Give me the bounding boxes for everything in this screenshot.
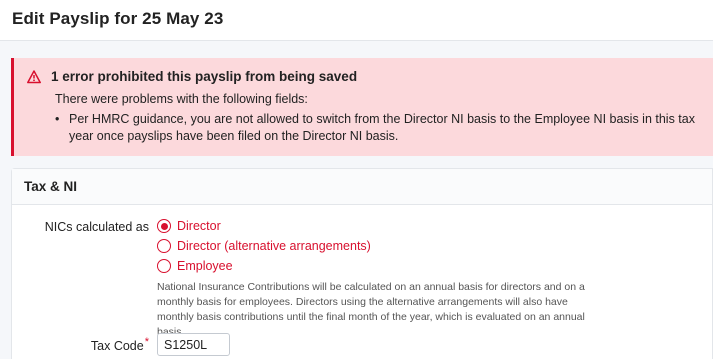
tax-code-input[interactable]	[157, 333, 230, 356]
radio-label-employee[interactable]: Employee	[177, 259, 233, 273]
radio-button-director[interactable]	[157, 219, 171, 233]
error-subtitle: There were problems with the following f…	[55, 92, 308, 106]
tax-code-label: Tax Code	[90, 339, 144, 353]
error-title: 1 error prohibited this payslip from bei…	[51, 69, 358, 84]
page: Edit Payslip for 25 May 23 1 error prohi…	[0, 0, 713, 359]
page-header: Edit Payslip for 25 May 23	[0, 0, 713, 41]
nics-label: NICs calculated as	[44, 220, 149, 234]
page-title: Edit Payslip for 25 May 23	[12, 9, 224, 28]
error-title-row: 1 error prohibited this payslip from bei…	[27, 69, 701, 84]
error-item: Per HMRC guidance, you are not allowed t…	[55, 111, 701, 145]
radio-label-director[interactable]: Director	[177, 219, 221, 233]
nics-help-text: National Insurance Contributions will be…	[157, 281, 585, 338]
tax-code-label-wrap: Tax Code*	[12, 336, 149, 353]
radio-button-employee[interactable]	[157, 259, 171, 273]
radio-button-director-alt[interactable]	[157, 239, 171, 253]
section-title: Tax & NI	[12, 169, 712, 205]
warning-icon	[27, 69, 41, 84]
radio-option-employee[interactable]: Employee	[157, 259, 233, 273]
required-marker: *	[144, 336, 149, 348]
radio-option-director[interactable]: Director	[157, 219, 221, 233]
error-alert: 1 error prohibited this payslip from bei…	[11, 58, 713, 156]
radio-option-director-alt[interactable]: Director (alternative arrangements)	[157, 239, 371, 253]
radio-label-director-alt[interactable]: Director (alternative arrangements)	[177, 239, 371, 253]
error-list: Per HMRC guidance, you are not allowed t…	[27, 111, 701, 145]
tax-ni-card: Tax & NI NICs calculated as Director Dir…	[11, 168, 713, 359]
